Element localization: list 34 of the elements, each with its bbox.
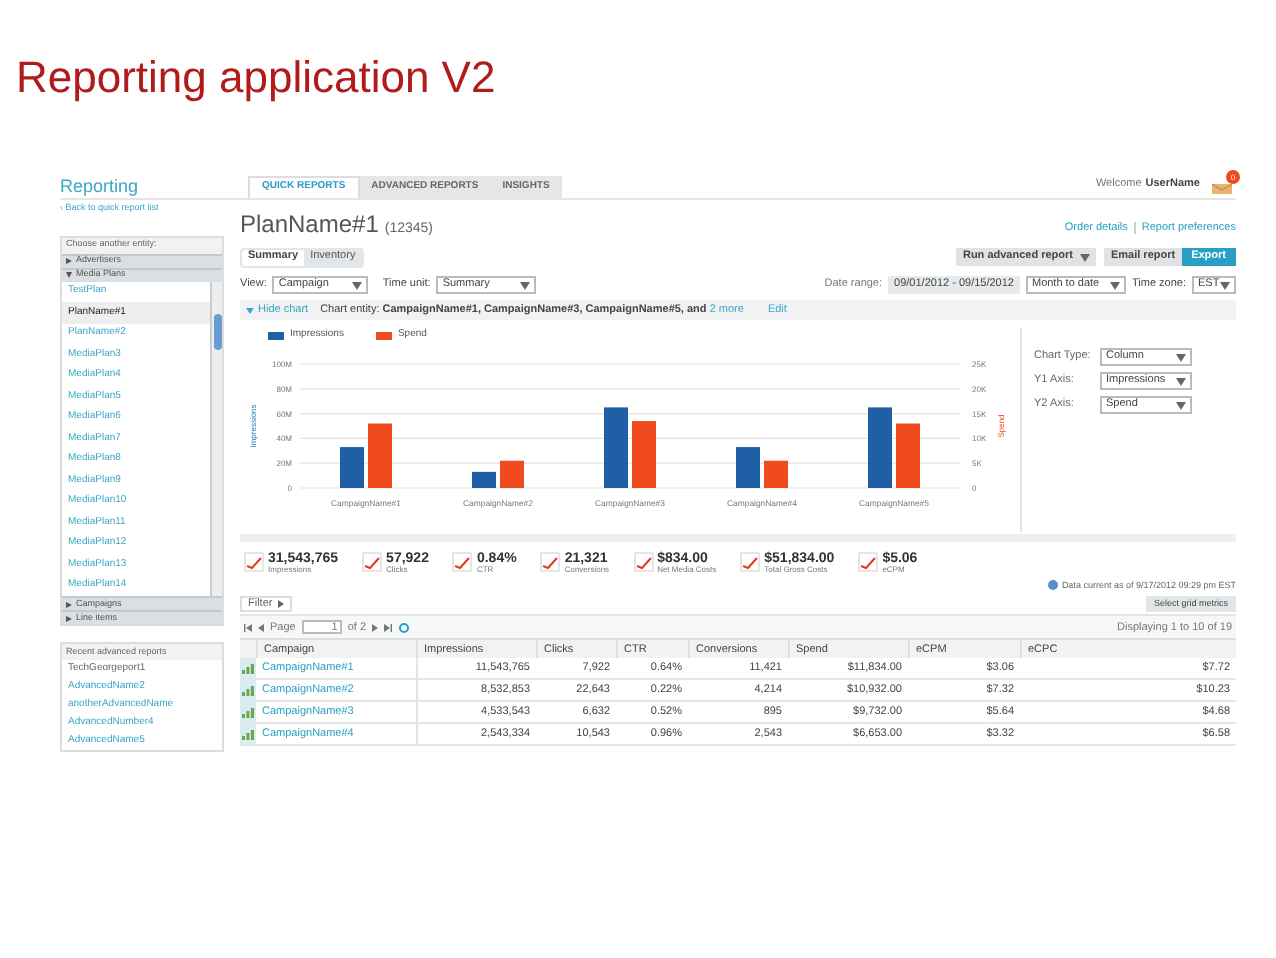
trend-icon	[740, 552, 761, 572]
trend-icon	[362, 552, 383, 572]
next-page-icon[interactable]	[372, 623, 379, 632]
scrollbar[interactable]	[210, 281, 222, 597]
trend-icon	[633, 552, 654, 572]
first-page-icon[interactable]	[244, 623, 252, 632]
inbox-icon[interactable]	[1212, 180, 1232, 194]
previous-page-icon[interactable]	[258, 623, 264, 632]
trend-icon	[244, 552, 264, 572]
expand-triangle-icon	[66, 258, 72, 265]
dropdown-caret-icon	[1176, 401, 1186, 409]
collapse-triangle-icon	[246, 307, 254, 313]
page-title: PlanName#1	[240, 211, 379, 235]
dropdown-caret-icon	[1080, 253, 1091, 261]
refresh-icon[interactable]	[398, 621, 411, 634]
collapse-triangle-icon	[66, 272, 72, 279]
dropdown-caret-icon	[520, 281, 531, 289]
last-page-icon[interactable]	[384, 623, 393, 632]
app-title: Reporting	[60, 178, 141, 198]
bar-chart-icon[interactable]	[242, 663, 254, 674]
trend-icon	[540, 552, 561, 572]
bar-chart-icon[interactable]	[242, 729, 254, 740]
dropdown-caret-icon	[1220, 281, 1230, 289]
dropdown-caret-icon	[1176, 377, 1186, 385]
slide-title: Reporting application V2	[16, 56, 496, 100]
dropdown-caret-icon	[1109, 281, 1120, 289]
trend-icon	[452, 552, 473, 572]
info-icon	[1047, 580, 1058, 591]
trend-icon	[858, 552, 879, 572]
dropdown-caret-icon	[352, 281, 363, 289]
expand-triangle-icon	[278, 600, 285, 609]
dropdown-caret-icon	[1176, 353, 1186, 361]
bar-chart-icon[interactable]	[242, 685, 254, 696]
bar-chart-icon[interactable]	[242, 707, 254, 718]
